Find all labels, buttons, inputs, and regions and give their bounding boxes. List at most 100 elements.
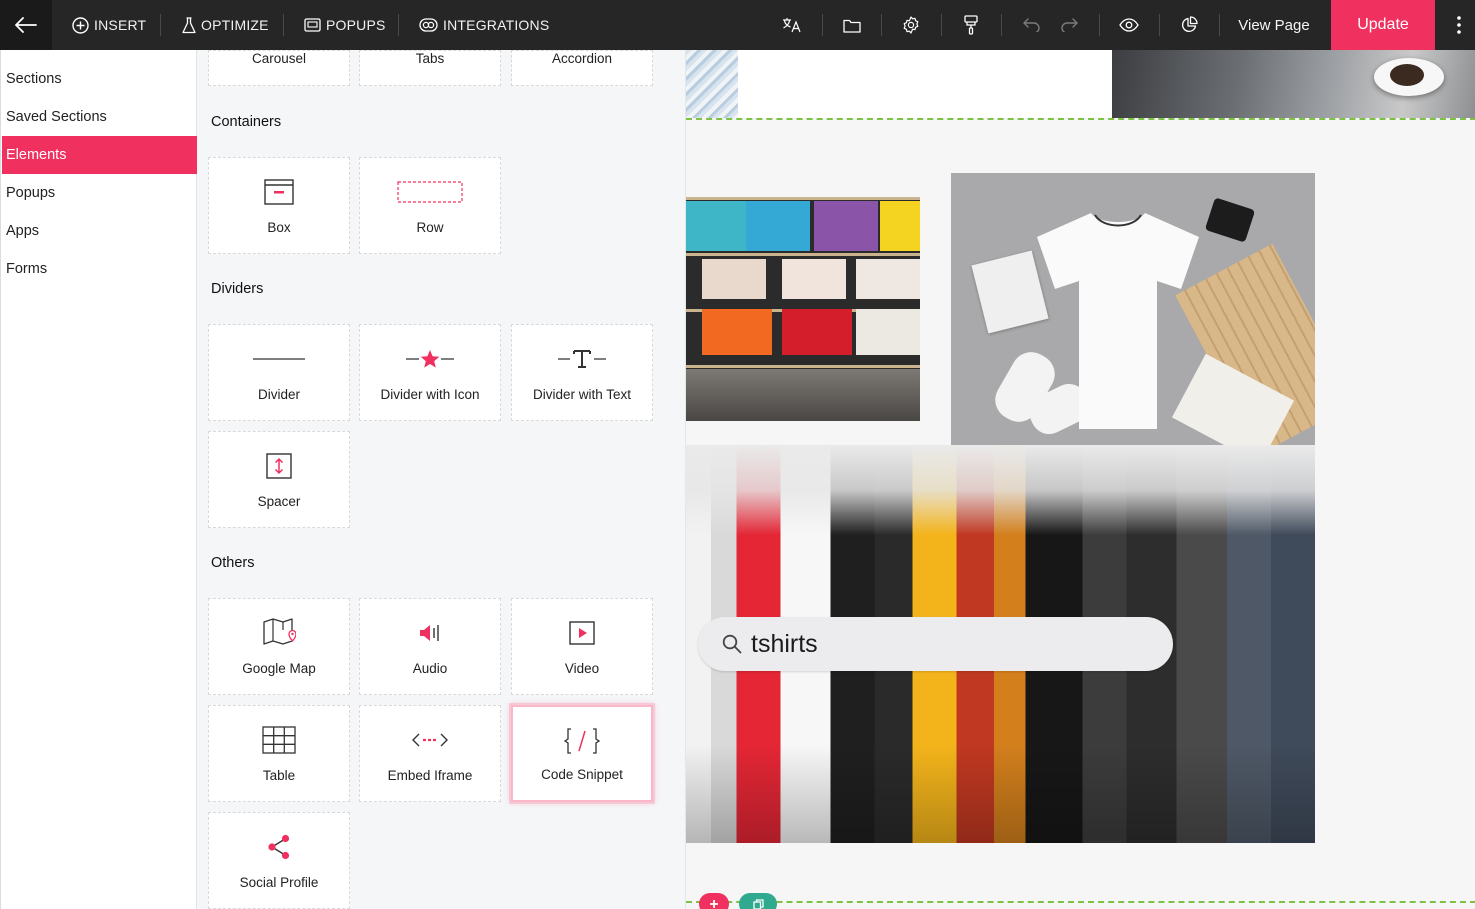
preview-button[interactable] xyxy=(1109,0,1149,50)
map-icon xyxy=(263,618,296,645)
element-label: Code Snippet xyxy=(541,767,623,782)
element-row[interactable]: Row xyxy=(359,157,501,254)
add-section-button[interactable] xyxy=(699,893,729,909)
tshirt-shape xyxy=(1037,213,1199,429)
element-divider-with-icon[interactable]: Divider with Icon xyxy=(359,324,501,421)
paint-brush-icon xyxy=(964,15,978,35)
element-label: Table xyxy=(262,768,296,783)
elements-panel: Carousel Tabs Accordion Containers Box R… xyxy=(197,50,685,909)
nav-item-saved-sections[interactable]: Saved Sections xyxy=(2,98,197,136)
table-grid-icon xyxy=(262,726,296,754)
redo-button[interactable] xyxy=(1049,0,1089,50)
element-divider-with-text[interactable]: Divider with Text xyxy=(511,324,653,421)
element-label: Carousel xyxy=(251,51,307,66)
undo-button[interactable] xyxy=(1012,0,1052,50)
nav-item-forms[interactable]: Forms xyxy=(2,250,197,288)
folder-button[interactable] xyxy=(832,0,872,50)
popups-label: POPUPS xyxy=(326,17,386,33)
element-tabs[interactable]: Tabs xyxy=(359,50,501,86)
saved-section-button[interactable] xyxy=(739,893,777,909)
element-label: Spacer xyxy=(257,494,301,509)
element-box[interactable]: Box xyxy=(208,157,350,254)
optimize-menu[interactable]: OPTIMIZE xyxy=(182,0,269,50)
paint-brush-button[interactable] xyxy=(951,0,991,50)
element-table[interactable]: Table xyxy=(208,705,350,802)
nav-item-apps[interactable]: Apps xyxy=(2,212,197,250)
plus-icon xyxy=(710,900,718,908)
element-video[interactable]: Video xyxy=(511,598,653,695)
redo-icon xyxy=(1061,18,1078,32)
nav-item-popups[interactable]: Popups xyxy=(2,174,197,212)
spacer-icon xyxy=(266,453,292,479)
divider-line-icon xyxy=(253,358,305,360)
view-page-button[interactable]: View Page xyxy=(1226,0,1322,50)
containers-heading: Containers xyxy=(211,114,282,130)
flask-icon xyxy=(182,16,196,33)
element-label: Embed Iframe xyxy=(387,768,473,783)
translate-icon xyxy=(783,18,801,33)
element-label: Google Map xyxy=(242,661,316,676)
pie-chart-icon xyxy=(1182,16,1198,32)
element-divider[interactable]: Divider xyxy=(208,324,350,421)
coffee-table-image[interactable] xyxy=(1112,50,1475,118)
embed-code-icon xyxy=(412,733,448,747)
back-button[interactable] xyxy=(0,0,52,50)
nav-item-sections[interactable]: Sections xyxy=(2,60,197,98)
integrations-icon xyxy=(419,18,438,32)
section-guide-line xyxy=(686,118,1475,120)
popup-window-icon xyxy=(304,18,321,32)
search-text: tshirts xyxy=(751,629,818,658)
white-tshirt-flatlay-image[interactable] xyxy=(951,173,1315,445)
vertical-dots-icon xyxy=(1456,16,1461,34)
element-embed-iframe[interactable]: Embed Iframe xyxy=(359,705,501,802)
element-carousel[interactable]: Carousel xyxy=(208,50,350,86)
element-accordion[interactable]: Accordion xyxy=(511,50,653,86)
integrations-menu[interactable]: INTEGRATIONS xyxy=(419,0,549,50)
view-page-label: View Page xyxy=(1238,16,1310,34)
copy-icon xyxy=(752,898,764,909)
element-label: Audio xyxy=(412,661,448,676)
eye-icon xyxy=(1119,18,1139,32)
speaker-icon xyxy=(420,625,439,641)
settings-button[interactable] xyxy=(891,0,931,50)
box-icon xyxy=(264,179,294,205)
update-button[interactable]: Update xyxy=(1331,0,1435,50)
others-heading: Others xyxy=(211,555,255,571)
search-bar[interactable]: tshirts xyxy=(698,617,1173,671)
analytics-button[interactable] xyxy=(1169,0,1209,50)
nav-item-label: Saved Sections xyxy=(6,109,107,125)
update-label: Update xyxy=(1357,16,1409,33)
divider-text-icon xyxy=(558,350,606,368)
plus-circle-icon xyxy=(72,16,89,34)
divider-star-icon xyxy=(406,350,454,368)
row-icon xyxy=(397,181,463,203)
nav-item-label: Popups xyxy=(6,185,56,201)
shirt-shelves-image[interactable] xyxy=(686,197,920,421)
nav-item-label: Sections xyxy=(6,71,62,87)
element-social-profile[interactable]: Social Profile xyxy=(208,812,350,909)
page-canvas[interactable]: tshirts xyxy=(685,50,1475,909)
nav-item-elements[interactable]: Elements xyxy=(2,136,197,174)
insert-menu[interactable]: INSERT xyxy=(72,0,146,50)
optimize-label: OPTIMIZE xyxy=(201,17,269,33)
translate-button[interactable] xyxy=(772,0,812,50)
element-label: Row xyxy=(416,220,444,235)
striped-fabric-image[interactable] xyxy=(686,50,738,118)
search-icon xyxy=(722,634,742,654)
more-options-button[interactable] xyxy=(1442,0,1475,50)
top-toolbar: INSERT OPTIMIZE POPUPS INTEGRATIONS View… xyxy=(0,0,1475,50)
element-label: Video xyxy=(564,661,600,676)
integrations-label: INTEGRATIONS xyxy=(443,17,550,33)
element-google-map[interactable]: Google Map xyxy=(208,598,350,695)
element-label: Tabs xyxy=(415,51,445,66)
element-label: Accordion xyxy=(551,51,613,66)
element-spacer[interactable]: Spacer xyxy=(208,431,350,528)
popups-menu[interactable]: POPUPS xyxy=(304,0,386,50)
code-snippet-icon xyxy=(564,728,600,754)
element-audio[interactable]: Audio xyxy=(359,598,501,695)
dividers-heading: Dividers xyxy=(211,281,264,297)
nav-item-label: Elements xyxy=(6,147,67,163)
element-label: Divider with Text xyxy=(532,387,632,402)
element-code-snippet[interactable]: Code Snippet xyxy=(511,705,653,802)
share-icon xyxy=(268,834,290,860)
